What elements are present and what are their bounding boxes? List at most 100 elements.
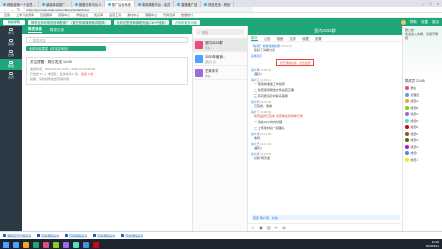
failure-count: 失败 0 条 bbox=[80, 71, 94, 76]
app-icon[interactable] bbox=[73, 241, 79, 248]
sidebar-item[interactable]: 社群 bbox=[0, 48, 22, 59]
close-icon[interactable]: × bbox=[437, 1, 439, 6]
folder-icon[interactable]: ▤ bbox=[267, 225, 271, 230]
header-link[interactable]: 帮助 bbox=[410, 20, 417, 25]
bookmark-item[interactable]: 数据统计 bbox=[181, 13, 193, 17]
favicon-icon bbox=[74, 2, 78, 6]
app-icon[interactable] bbox=[63, 241, 69, 248]
bookmark-item[interactable]: 代码仓库 bbox=[163, 13, 175, 17]
forward-icon[interactable]: → bbox=[10, 7, 14, 12]
chat-message: 客户丁 14:08:40 新增品牌已完成 请查看最新排单记录 bbox=[251, 110, 399, 118]
image-icon[interactable]: ▣ bbox=[259, 225, 263, 230]
bookmark-item[interactable]: 运营工具 bbox=[109, 13, 121, 17]
conversation-preview: [图片] 新... bbox=[205, 59, 219, 64]
message-body: 您好了请看分享 bbox=[254, 48, 276, 52]
chat-tab[interactable]: 设置 bbox=[315, 36, 322, 41]
sidebar-item[interactable]: 学习 bbox=[0, 26, 22, 37]
tab-broadcast[interactable]: 群发消息 bbox=[28, 27, 42, 33]
member-name: 群主 bbox=[410, 86, 417, 91]
bookmark-item[interactable]: 应用 bbox=[4, 13, 10, 17]
member-item[interactable]: 成员J bbox=[403, 157, 442, 164]
sidebar-item[interactable]: 设置 bbox=[0, 70, 22, 81]
sidebar-item[interactable]: 群发 bbox=[0, 59, 22, 70]
download-item[interactable]: 营销课程第讲 bbox=[93, 234, 115, 238]
favicon-icon bbox=[177, 2, 181, 6]
more-features-link[interactable]: 点我看更多功能 bbox=[171, 19, 200, 25]
member-name: 成员H bbox=[410, 144, 419, 149]
reload-icon[interactable]: ↻ bbox=[17, 7, 20, 12]
section-label[interactable]: 全部消息群发（仅本店有效） bbox=[26, 46, 106, 51]
download-item[interactable]: 营销课程第讲 bbox=[65, 234, 87, 238]
reply-bar[interactable]: 回复 客户庚：好的 bbox=[251, 215, 400, 220]
at-icon[interactable]: @ bbox=[282, 225, 286, 230]
system-notice-button[interactable]: 您已添加好友 · 点击这里 bbox=[276, 59, 315, 66]
url-input[interactable]: https://qun.kuai-code.net/workbench/chat… bbox=[23, 7, 254, 12]
card-row: 已发送 11 人 未回复：发送成功 6 条，失败 0 条 bbox=[30, 71, 94, 76]
chat-tab[interactable]: 聊天 bbox=[251, 35, 258, 41]
bookmark-item[interactable]: 课程中心 bbox=[145, 13, 157, 17]
group-announcement[interactable]: 群公告 欢迎加入本群，请遵守群规 bbox=[403, 26, 442, 76]
download-item[interactable]: 营销课程第讲 bbox=[121, 234, 143, 238]
header-tip[interactable]: 带学业务好用的营销配置？（直在营销课程第讲推荐） bbox=[28, 19, 111, 25]
conversation-item[interactable]: 2020年营销... [图片] 新... bbox=[193, 52, 247, 66]
app-icon[interactable] bbox=[83, 241, 89, 248]
avatar bbox=[405, 99, 409, 104]
download-label: 营销课程第讲 bbox=[97, 233, 116, 238]
broadcast-card[interactable]: 关注提醒 · 周日发送 10:00 发送时间：2020-03-10 10:00 … bbox=[26, 57, 188, 85]
chat-tab[interactable]: 相册 bbox=[277, 36, 284, 41]
minimize-icon[interactable]: – bbox=[422, 1, 424, 6]
conversation-search-input[interactable]: ⌕ 搜索 bbox=[196, 29, 244, 35]
app-icon[interactable] bbox=[93, 241, 99, 248]
bookmark-item[interactable]: 上学习资源库 bbox=[16, 13, 34, 17]
group-info-panel: 群公告 欢迎加入本群，请遵守群规 群成员 21/45 群主 管理员 成员A 成员B 成员… bbox=[403, 26, 442, 231]
emoji-icon[interactable]: ☺ bbox=[251, 225, 255, 230]
app-icon[interactable] bbox=[13, 241, 19, 248]
app-icon[interactable] bbox=[43, 241, 49, 248]
download-label: 课程首页管理第讲 bbox=[7, 233, 32, 238]
chat-message: 客户丙 14:07:08 已完成，谢谢 bbox=[251, 100, 399, 108]
avatar[interactable] bbox=[401, 19, 406, 25]
browser-tab-label: 电商课程平台 - 会员 bbox=[141, 2, 171, 7]
tab-broadcast-history[interactable]: 群发记录 bbox=[50, 28, 64, 33]
message-body: 好的 明天发 bbox=[254, 156, 270, 160]
conversation-list: ⌕ 搜索 室内3192群 您好 … 2020年营销... [图片] 新... 艺家未平你… bbox=[193, 26, 248, 231]
chat-tab[interactable]: 收藏 bbox=[302, 36, 309, 41]
message-body: 已完成，谢谢 bbox=[254, 104, 273, 108]
window-controls: – □ × bbox=[422, 1, 442, 6]
chat-message: 【客服】 精准搜推助理 14:04:22 您好了请看分享 bbox=[251, 44, 399, 52]
app-icon[interactable] bbox=[33, 241, 39, 248]
avatar bbox=[195, 68, 203, 77]
conversation-item[interactable]: 艺家未平 你好... bbox=[193, 66, 247, 80]
download-item[interactable]: 课程首页管理第讲 bbox=[3, 234, 31, 238]
browser-tab-label: 网络营销一个全员... bbox=[7, 2, 36, 7]
bookmark-item[interactable]: 百度翻译 bbox=[40, 13, 52, 17]
maximize-icon[interactable]: □ bbox=[429, 1, 431, 6]
header-tip-secondary[interactable]: 见到这里营销课程页面(Ctrl+F搜索) bbox=[113, 19, 169, 25]
bookmark-item[interactable]: 素材中心 bbox=[127, 13, 139, 17]
app-icon[interactable] bbox=[23, 241, 29, 248]
favicon-icon bbox=[107, 2, 111, 6]
back-icon[interactable]: ← bbox=[3, 7, 7, 12]
member-name: 成员E bbox=[410, 125, 419, 130]
sidebar-item[interactable]: 客服 bbox=[0, 37, 22, 48]
header-link[interactable]: 设置 bbox=[421, 20, 428, 25]
sidebar-item-label: 群发 bbox=[7, 64, 14, 69]
file-icon bbox=[93, 234, 97, 237]
chat-tab[interactable]: 公告 bbox=[264, 36, 271, 41]
browser-tab-label: 数据分析平台 0 bbox=[78, 2, 101, 7]
bookmark-item[interactable]: 知识库 bbox=[94, 13, 103, 17]
clock: 11:00 2020/3/11 bbox=[426, 240, 439, 248]
app-icon[interactable] bbox=[53, 241, 59, 248]
sidebar-item-label: 学习 bbox=[7, 31, 14, 36]
start-icon[interactable] bbox=[3, 241, 9, 248]
avatar bbox=[405, 125, 409, 130]
download-item[interactable]: 营销课程第讲 bbox=[37, 234, 59, 238]
chat-tab[interactable]: 文件 bbox=[289, 36, 296, 41]
bookmark-item[interactable]: 营销中心 bbox=[58, 13, 70, 17]
broadcast-search-input[interactable]: ⌕ 群发内容 bbox=[26, 37, 188, 43]
conversation-item[interactable]: 室内3192群 您好 … bbox=[193, 38, 247, 52]
header-link[interactable]: 退出 bbox=[432, 20, 439, 25]
scissors-icon[interactable]: ✂ bbox=[275, 225, 278, 230]
message-list[interactable]: 【客服】 精准搜推助理 14:04:22 您好了请看分享 系统提示 您已添加好友 ·… bbox=[248, 42, 402, 208]
bookmark-item[interactable]: 学院后台 bbox=[76, 13, 88, 17]
